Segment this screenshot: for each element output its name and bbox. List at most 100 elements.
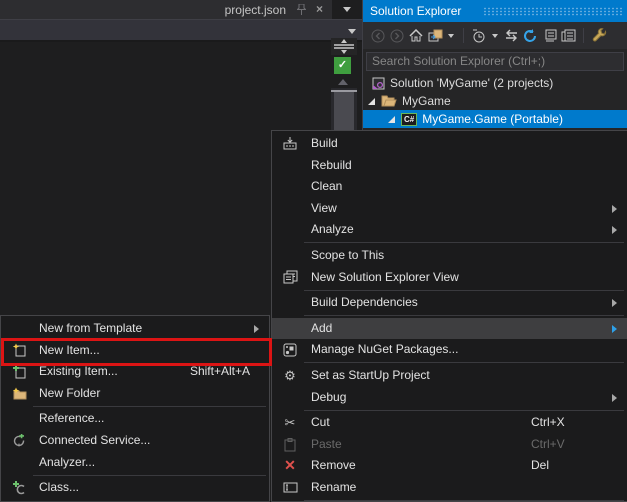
menu-separator: [304, 242, 624, 243]
menu-item-analyze[interactable]: Analyze: [272, 219, 627, 241]
gear-icon: ⚙: [280, 365, 300, 387]
new-solution-explorer-view-icon: [280, 267, 300, 289]
panel-title: Solution Explorer: [370, 4, 461, 18]
rename-icon: [280, 477, 300, 499]
document-health-indicator[interactable]: ✓: [334, 57, 351, 74]
menu-item-build-dependencies[interactable]: Build Dependencies: [272, 292, 627, 314]
tab-project-json[interactable]: project.json ×: [215, 0, 332, 19]
search-input[interactable]: Search Solution Explorer (Ctrl+;): [366, 52, 624, 71]
solution-tree: Solution 'MyGame' (2 projects) MyGame C#…: [363, 74, 627, 128]
show-all-files-icon[interactable]: [560, 28, 576, 44]
submenu-arrow-icon: [612, 226, 617, 234]
add-submenu: New from Template New Item... Existing I…: [0, 315, 270, 502]
solution-icon: [372, 77, 385, 90]
title-drag-texture: [483, 7, 623, 16]
project-context-menu: Build Rebuild Clean View Analyze Scope t…: [271, 130, 627, 502]
remove-icon: ✕: [280, 455, 300, 477]
menu-item-manage-nuget-packages[interactable]: Manage NuGet Packages...: [272, 339, 627, 361]
expander-icon[interactable]: [388, 116, 395, 123]
menu-item-rename[interactable]: Rename: [272, 477, 627, 499]
menu-item-connected-service[interactable]: Connected Service...: [1, 430, 269, 452]
menu-item-new-from-template[interactable]: New from Template: [1, 318, 269, 340]
tree-item-label: MyGame: [402, 94, 451, 108]
existing-item-icon: [9, 361, 29, 383]
submenu-arrow-icon: [612, 394, 617, 402]
menu-separator: [304, 410, 624, 411]
submenu-arrow-icon: [254, 325, 259, 333]
cut-icon: ✂: [280, 412, 300, 434]
chevron-down-icon: [348, 29, 356, 34]
forward-icon[interactable]: [389, 28, 405, 44]
new-item-icon: [9, 340, 29, 362]
shortcut-label: Ctrl+X: [531, 412, 565, 434]
menu-item-analyzer[interactable]: Analyzer...: [1, 452, 269, 474]
menu-separator: [33, 475, 266, 476]
menu-item-build[interactable]: Build: [272, 133, 627, 155]
sync-with-active-document-icon[interactable]: [503, 28, 519, 44]
home-icon[interactable]: [408, 28, 424, 44]
chevron-down-icon: [343, 7, 351, 12]
menu-item-class[interactable]: Class...: [1, 477, 269, 499]
expander-icon[interactable]: [368, 98, 375, 105]
shortcut-label: Ctrl+V: [531, 434, 565, 456]
menu-separator: [33, 406, 266, 407]
open-folder-icon: [381, 95, 397, 107]
menu-item-scope-to-this[interactable]: Scope to This: [272, 245, 627, 267]
switch-views-icon[interactable]: [427, 28, 443, 44]
toolbar-separator: [583, 28, 584, 43]
close-icon[interactable]: ×: [313, 0, 326, 19]
chevron-down-icon[interactable]: [492, 34, 498, 38]
menu-item-new-folder[interactable]: New Folder: [1, 383, 269, 405]
solution-explorer-title-bar[interactable]: Solution Explorer: [363, 0, 627, 22]
toolbar-separator: [463, 28, 464, 43]
menu-item-new-item[interactable]: New Item...: [1, 340, 269, 362]
back-icon[interactable]: [370, 28, 386, 44]
tree-item-mygame[interactable]: MyGame: [363, 92, 627, 110]
menu-item-add[interactable]: Add: [272, 318, 627, 340]
csharp-project-icon: C#: [401, 113, 417, 126]
menu-item-view[interactable]: View: [272, 198, 627, 220]
menu-item-remove[interactable]: ✕ Remove Del: [272, 455, 627, 477]
chevron-down-icon[interactable]: [448, 34, 454, 38]
menu-item-reference[interactable]: Reference...: [1, 408, 269, 430]
menu-separator: [304, 315, 624, 316]
scrollbar-up-arrow[interactable]: [338, 79, 348, 85]
menu-item-rebuild[interactable]: Rebuild: [272, 155, 627, 177]
tab-overflow-button[interactable]: [332, 0, 362, 19]
pending-changes-filter-icon[interactable]: [471, 28, 487, 44]
tree-item-label: Solution 'MyGame' (2 projects): [390, 76, 553, 90]
nuget-icon: [280, 339, 300, 361]
menu-item-debug[interactable]: Debug: [272, 387, 627, 409]
menu-item-cut[interactable]: ✂ Cut Ctrl+X: [272, 412, 627, 434]
menu-item-new-solution-explorer-view[interactable]: New Solution Explorer View: [272, 267, 627, 289]
submenu-arrow-icon: [612, 205, 617, 213]
menu-item-set-as-startup-project[interactable]: ⚙ Set as StartUp Project: [272, 365, 627, 387]
submenu-arrow-icon: [612, 325, 617, 333]
menu-separator: [304, 500, 624, 501]
shortcut-label: Del: [531, 455, 549, 477]
tab-title: project.json: [225, 3, 286, 17]
connected-service-icon: [9, 430, 29, 452]
submenu-arrow-icon: [612, 299, 617, 307]
collapse-all-icon[interactable]: [541, 28, 557, 44]
menu-separator: [304, 362, 624, 363]
new-folder-icon: [9, 383, 29, 405]
tree-item-solution[interactable]: Solution 'MyGame' (2 projects): [363, 74, 627, 92]
tab-strip: project.json ×: [0, 0, 362, 19]
menu-item-existing-item[interactable]: Existing Item... Shift+Alt+A: [1, 361, 269, 383]
editor-navigation-bar[interactable]: [0, 19, 362, 42]
menu-item-paste[interactable]: Paste Ctrl+V: [272, 434, 627, 456]
class-icon: [9, 477, 29, 499]
pin-icon[interactable]: [297, 4, 310, 15]
paste-icon: [280, 434, 300, 456]
solution-explorer-toolbar: [363, 22, 627, 49]
menu-separator: [304, 290, 624, 291]
tree-item-label: MyGame.Game (Portable): [422, 112, 563, 126]
shortcut-label: Shift+Alt+A: [190, 361, 250, 383]
splitter-grip[interactable]: [331, 38, 357, 55]
tree-item-mygame-game[interactable]: C# MyGame.Game (Portable): [363, 110, 627, 128]
menu-item-clean[interactable]: Clean: [272, 176, 627, 198]
properties-icon[interactable]: [591, 28, 607, 44]
refresh-icon[interactable]: [522, 28, 538, 44]
build-icon: [280, 133, 300, 155]
